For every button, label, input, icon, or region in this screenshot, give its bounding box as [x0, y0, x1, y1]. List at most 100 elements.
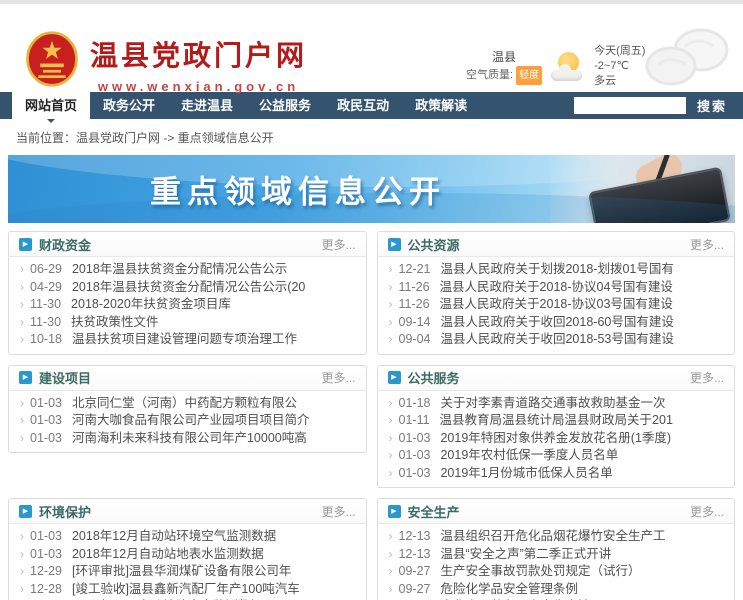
- article-list-item[interactable]: 11-30 扶贫政策性文件: [20, 314, 356, 332]
- article-list-item[interactable]: 12-21 温县人民政府关于划拨2018-划拨01号国有: [389, 261, 725, 279]
- article-list-item[interactable]: 09-27 生产安全事故罚款处罚规定（试行）: [389, 563, 725, 581]
- item-title[interactable]: 关于对李素青道路交通事故救助基金一次: [440, 395, 665, 413]
- article-list-item[interactable]: 09-04 温县人民政府关于收回2018-53号国有建设: [389, 331, 725, 349]
- item-title[interactable]: 温县人民政府关于2018-协议03号国有建设: [440, 296, 673, 314]
- chevron-bullet-icon: [20, 296, 24, 314]
- item-title[interactable]: 北京同仁堂（河南）中药配方颗粒有限公: [72, 395, 297, 413]
- section-box-1: 公共资源 更多... 12-21 温县人民政府关于划拨2018-划拨01号国有 …: [377, 231, 736, 355]
- item-title[interactable]: 温县扶贫项目建设管理问题专项治理工作: [72, 331, 297, 349]
- item-date: 01-03: [399, 430, 431, 448]
- air-quality-line: 空气质量: 轻度: [466, 66, 542, 85]
- item-title[interactable]: 温县组织召开危化品烟花爆竹安全生产工: [440, 528, 665, 546]
- article-list-item[interactable]: 12-28 [竣工验收]温县鑫新汽配厂年产100吨汽车: [20, 581, 356, 599]
- chevron-bullet-icon: [389, 447, 393, 465]
- item-date: 04-29: [30, 279, 62, 297]
- item-title[interactable]: 河南大咖食品有限公司产业园项目项目简介: [72, 412, 310, 430]
- item-date: 01-11: [399, 412, 430, 430]
- item-title[interactable]: 2018年温县扶贫资金分配情况公告公示(20: [72, 279, 305, 297]
- item-date: 11-30: [30, 296, 61, 314]
- article-list-item[interactable]: 11-26 温县人民政府关于2018-协议03号国有建设: [389, 296, 725, 314]
- article-list-item[interactable]: 06-29 2018年温县扶贫资金分配情况公告公示: [20, 261, 356, 279]
- section-header: 建设项目 更多...: [9, 366, 366, 391]
- item-title[interactable]: 温县“安全之声”第二季正式开讲: [440, 546, 611, 564]
- section-title: 建设项目: [39, 368, 91, 387]
- play-arrow-icon: [19, 505, 32, 518]
- chevron-bullet-icon: [389, 296, 393, 314]
- article-list-item[interactable]: 04-29 2018年温县扶贫资金分配情况公告公示(20: [20, 279, 356, 297]
- chevron-bullet-icon: [20, 581, 24, 599]
- item-title[interactable]: 2019年特困对象供养金发放花名册(1季度): [440, 430, 671, 448]
- weather-date: 今天(周五): [594, 44, 645, 59]
- search-input[interactable]: [574, 97, 686, 114]
- nav-item-3[interactable]: 公益服务: [246, 92, 324, 119]
- item-title[interactable]: 2018年温县扶贫资金分配情况公告公示: [72, 261, 287, 279]
- item-title[interactable]: 温县教育局温县统计局温县财政局关于201: [440, 412, 673, 430]
- item-date: 11-30: [30, 314, 61, 332]
- item-title[interactable]: 生产安全事故罚款处罚规定（试行）: [440, 563, 640, 581]
- article-list-item[interactable]: 01-18 关于对李素青道路交通事故救助基金一次: [389, 395, 725, 413]
- item-title[interactable]: 温县人民政府关于收回2018-53号国有建设: [440, 331, 673, 349]
- article-list-item[interactable]: 11-30 2018-2020年扶贫资金项目库: [20, 296, 356, 314]
- nav-search: 搜索: [574, 92, 743, 119]
- article-list-item[interactable]: 12-29 [环评审批]温县华润煤矿设备有限公司年: [20, 563, 356, 581]
- article-list-item[interactable]: 09-27 危险化学品安全管理条例: [389, 581, 725, 599]
- item-title[interactable]: 2018年12月自动站环境空气监测数据: [72, 528, 276, 546]
- article-list-item[interactable]: 12-13 温县“安全之声”第二季正式开讲: [389, 546, 725, 564]
- article-list-item[interactable]: 01-11 温县教育局温县统计局温县财政局关于201: [389, 412, 725, 430]
- site-title-block[interactable]: 温县党政门户网 www.wenxian.gov.cn: [90, 34, 307, 94]
- article-list-item[interactable]: 01-03 2019年农村低保一季度人员名单: [389, 447, 725, 465]
- national-emblem-logo[interactable]: [24, 30, 80, 88]
- section-title: 安全生产: [408, 502, 460, 521]
- item-title[interactable]: 温县人民政府关于收回2018-60号国有建设: [440, 314, 673, 332]
- article-list-item[interactable]: 11-26 温县人民政府关于2018-协议04号国有建设: [389, 279, 725, 297]
- article-list-item[interactable]: 01-03 河南大咖食品有限公司产业园项目项目简介: [20, 412, 356, 430]
- more-link[interactable]: 更多...: [690, 369, 724, 386]
- chevron-bullet-icon: [20, 528, 24, 546]
- item-title[interactable]: 温县人民政府关于划拨2018-划拨01号国有: [440, 261, 673, 279]
- search-button[interactable]: 搜索: [697, 96, 727, 115]
- nav-item-0[interactable]: 网站首页: [12, 92, 90, 119]
- item-title[interactable]: [竣工验收]温县鑫新汽配厂年产100吨汽车: [72, 581, 300, 599]
- article-list-item[interactable]: 01-03 2018年12月自动站地表水监测数据: [20, 546, 356, 564]
- nav-item-2[interactable]: 走进温县: [168, 92, 246, 119]
- nav-item-4[interactable]: 政民互动: [324, 92, 402, 119]
- weather-temperature: -2~7℃: [594, 59, 645, 74]
- item-title[interactable]: 2018年12月自动站地表水监测数据: [72, 546, 264, 564]
- item-title[interactable]: 温县人民政府关于2018-协议04号国有建设: [440, 279, 673, 297]
- article-list-item[interactable]: 09-14 温县人民政府关于收回2018-60号国有建设: [389, 314, 725, 332]
- article-list-item[interactable]: 10-18 温县扶贫项目建设管理问题专项治理工作: [20, 331, 356, 349]
- section-header: 环境保护 更多...: [9, 499, 366, 524]
- item-title[interactable]: 2019年农村低保一季度人员名单: [440, 447, 618, 465]
- nav-item-1[interactable]: 政务公开: [90, 92, 168, 119]
- article-list-item[interactable]: 12-13 温县组织召开危化品烟花爆竹安全生产工: [389, 528, 725, 546]
- item-title[interactable]: 2019年1月份城市低保人员名单: [440, 465, 612, 483]
- more-link[interactable]: 更多...: [690, 503, 724, 520]
- item-title[interactable]: 2018-2020年扶贫资金项目库: [71, 296, 231, 314]
- item-title[interactable]: [环评审批]温县华润煤矿设备有限公司年: [72, 563, 291, 581]
- more-link[interactable]: 更多...: [321, 503, 355, 520]
- play-arrow-icon: [19, 371, 32, 384]
- play-arrow-icon: [388, 371, 401, 384]
- item-title[interactable]: 危险化学品安全管理条例: [440, 581, 578, 599]
- nav-item-5[interactable]: 政策解读: [402, 92, 480, 119]
- weather-city: 温县: [466, 49, 542, 66]
- item-date: 01-03: [30, 546, 62, 564]
- item-title[interactable]: 扶贫政策性文件: [71, 314, 159, 332]
- section-list: 01-03 2018年12月自动站环境空气监测数据 01-03 2018年12月…: [9, 524, 366, 600]
- breadcrumb: 当前位置：温县党政门户网 -> 重点领域信息公开: [0, 119, 743, 155]
- section-title: 环境保护: [39, 502, 91, 521]
- more-link[interactable]: 更多...: [321, 369, 355, 386]
- article-list-item[interactable]: 01-03 2019年特困对象供养金发放花名册(1季度): [389, 430, 725, 448]
- more-link[interactable]: 更多...: [690, 236, 724, 253]
- article-list-item[interactable]: 01-03 北京同仁堂（河南）中药配方颗粒有限公: [20, 395, 356, 413]
- section-box-0: 财政资金 更多... 06-29 2018年温县扶贫资金分配情况公告公示 04-…: [8, 231, 367, 355]
- chevron-bullet-icon: [20, 395, 24, 413]
- article-list-item[interactable]: 01-03 2018年12月自动站环境空气监测数据: [20, 528, 356, 546]
- item-title[interactable]: 河南海利未来科技有限公司年产10000吨高: [72, 430, 307, 448]
- more-link[interactable]: 更多...: [321, 236, 355, 253]
- site-title: 温县党政门户网: [90, 34, 307, 74]
- weather-condition: 多云: [594, 74, 645, 89]
- play-arrow-icon: [19, 238, 32, 251]
- article-list-item[interactable]: 01-03 河南海利未来科技有限公司年产10000吨高: [20, 430, 356, 448]
- article-list-item[interactable]: 01-03 2019年1月份城市低保人员名单: [389, 465, 725, 483]
